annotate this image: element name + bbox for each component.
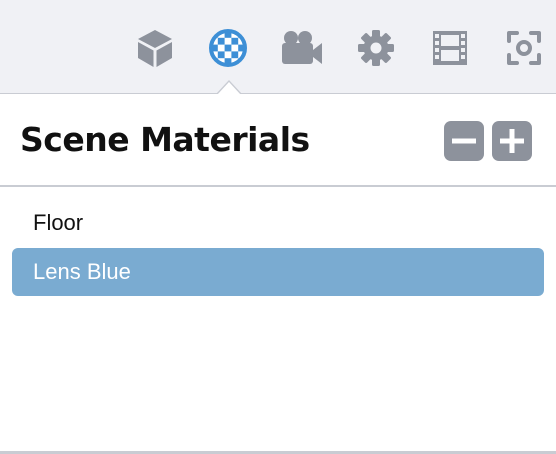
gear-icon bbox=[356, 28, 396, 68]
remove-material-button[interactable] bbox=[444, 121, 484, 161]
list-item[interactable]: Floor bbox=[12, 199, 544, 247]
tab-cameras[interactable] bbox=[280, 26, 324, 70]
page-title: Scene Materials bbox=[20, 120, 310, 159]
plus-icon bbox=[492, 121, 532, 161]
panel-header: Scene Materials bbox=[0, 94, 556, 187]
tab-settings[interactable] bbox=[354, 26, 398, 70]
toolbar bbox=[0, 0, 556, 95]
film-strip-icon bbox=[430, 28, 470, 68]
focus-screenshot-icon bbox=[504, 28, 544, 68]
tab-animation[interactable] bbox=[428, 26, 472, 70]
tab-objects[interactable] bbox=[133, 26, 177, 70]
tab-screenshot[interactable] bbox=[502, 26, 546, 70]
add-material-button[interactable] bbox=[492, 121, 532, 161]
materials-list: Floor Lens Blue bbox=[0, 187, 556, 451]
tab-materials[interactable] bbox=[206, 26, 250, 70]
scene-materials-panel: Scene Materials Floor Lens Blue bbox=[0, 0, 556, 454]
minus-icon bbox=[444, 121, 484, 161]
material-checker-sphere-icon bbox=[207, 27, 249, 69]
cube-icon bbox=[135, 28, 175, 68]
video-camera-icon bbox=[280, 28, 324, 68]
list-item-selected[interactable]: Lens Blue bbox=[12, 248, 544, 296]
